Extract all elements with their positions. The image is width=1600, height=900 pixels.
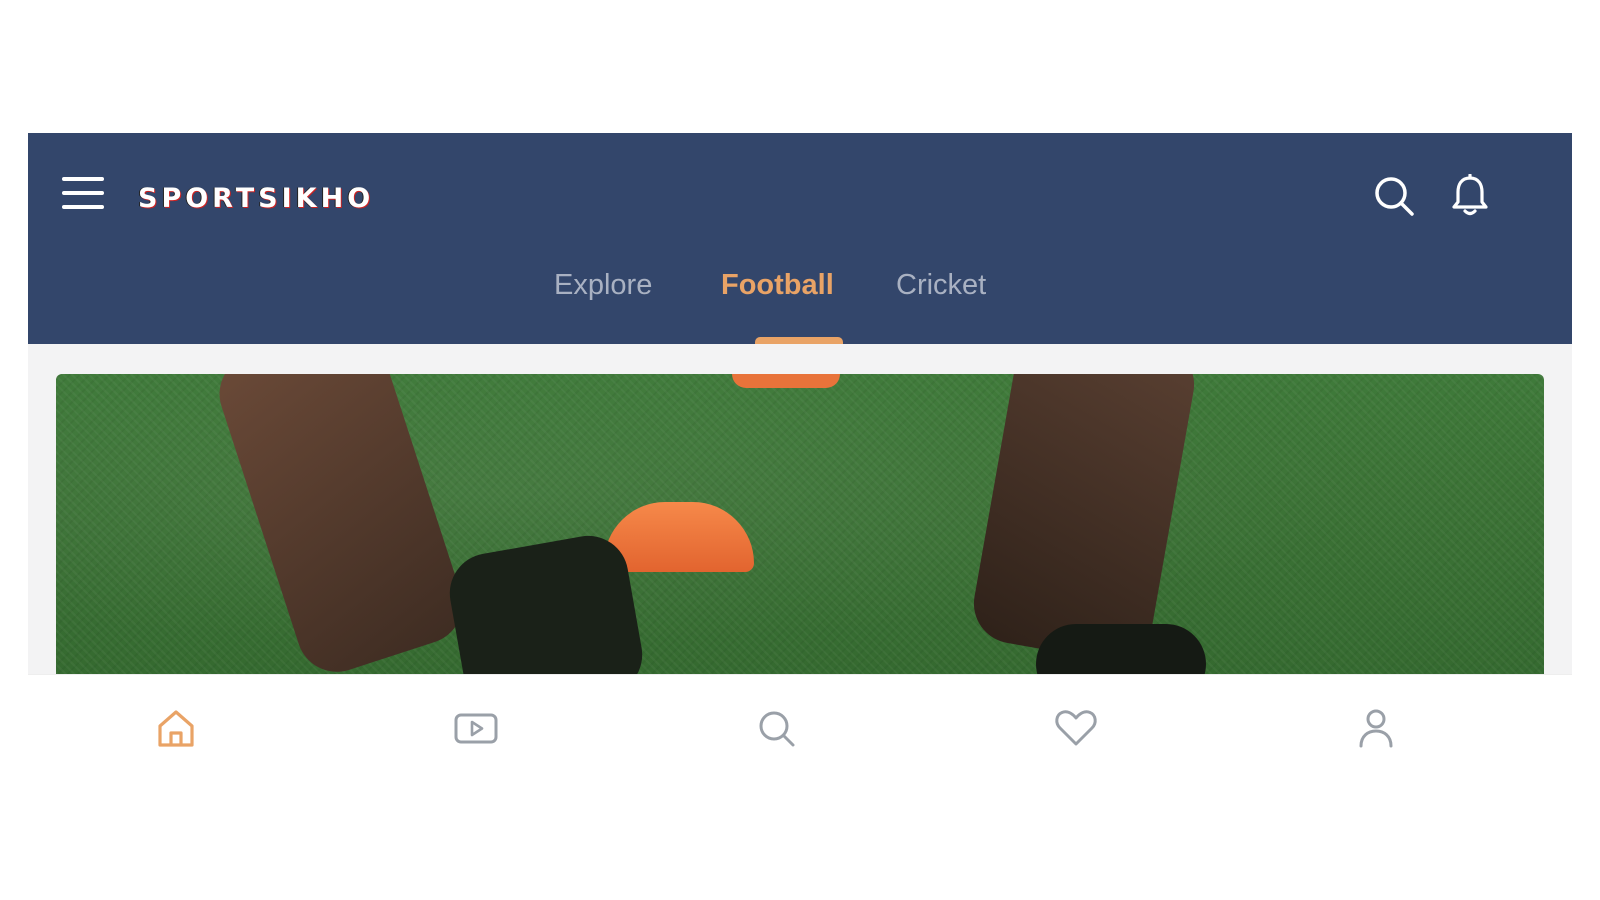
training-cone (604, 502, 754, 572)
category-tabs: Explore Football Cricket (28, 263, 1572, 344)
app-window: SPORTSIKHO Explore Football Cricket (28, 133, 1572, 779)
heart-icon (1055, 710, 1097, 746)
video-icon (454, 713, 498, 744)
menu-icon-line (62, 191, 104, 195)
player-leg (209, 374, 473, 674)
nav-home[interactable] (151, 703, 201, 753)
home-icon (158, 710, 194, 747)
search-icon (1375, 177, 1414, 216)
nav-favorites[interactable] (1051, 703, 1101, 753)
menu-button[interactable] (58, 177, 104, 215)
nav-profile[interactable] (1351, 703, 1401, 753)
bell-icon (1452, 174, 1488, 216)
top-header: SPORTSIKHO Explore Football Cricket (28, 133, 1572, 344)
menu-icon-line (62, 205, 104, 209)
search-button[interactable] (1369, 171, 1419, 221)
featured-video-thumbnail[interactable] (56, 374, 1544, 674)
nav-search[interactable] (751, 703, 801, 753)
menu-icon-line (62, 177, 104, 181)
content-area (28, 344, 1572, 674)
training-cone (732, 374, 840, 388)
player-sock (1036, 624, 1206, 674)
logo-text: SPORTSIKHO (138, 182, 375, 214)
sportsikho-logo[interactable]: SPORTSIKHO (138, 175, 374, 221)
tab-cricket[interactable]: Cricket (896, 269, 986, 302)
user-icon (1359, 709, 1393, 748)
tab-explore[interactable]: Explore (554, 269, 652, 302)
notifications-button[interactable] (1445, 171, 1495, 221)
player-sock (443, 529, 649, 674)
nav-videos[interactable] (451, 703, 501, 753)
tab-football[interactable]: Football (721, 269, 834, 302)
bottom-navigation (28, 674, 1572, 779)
active-tab-indicator (755, 337, 843, 344)
search-icon (759, 711, 795, 747)
